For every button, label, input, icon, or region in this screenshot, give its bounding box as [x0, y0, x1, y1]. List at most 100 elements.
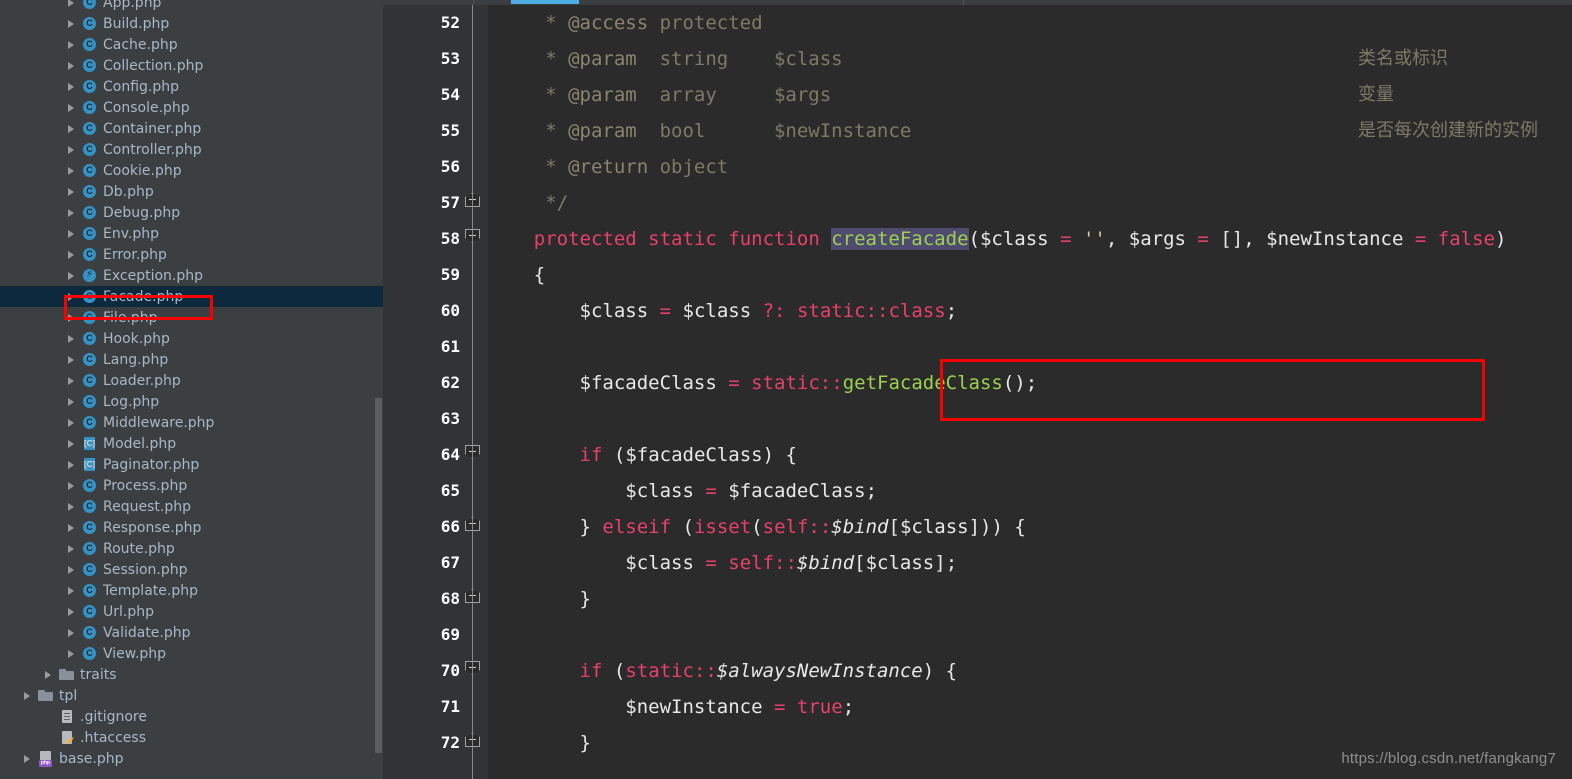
- class-icon: [82, 541, 97, 556]
- expand-arrow-icon[interactable]: [66, 501, 78, 513]
- tree-item-error-php[interactable]: Error.php: [0, 244, 383, 265]
- tree-item-request-php[interactable]: Request.php: [0, 496, 383, 517]
- code-line[interactable]: $class = $facadeClass;: [488, 473, 1572, 509]
- expand-arrow-icon[interactable]: [66, 627, 78, 639]
- expand-arrow-icon[interactable]: [66, 165, 78, 177]
- tree-item-debug-php[interactable]: Debug.php: [0, 202, 383, 223]
- project-tree-panel[interactable]: App.php Build.php Cache.php Collection.php C…: [0, 0, 383, 779]
- expand-arrow-icon[interactable]: [66, 291, 78, 303]
- tree-item-cookie-php[interactable]: Cookie.php: [0, 160, 383, 181]
- code-line[interactable]: * @param bool $newInstance 是否每次创建新的实例: [488, 113, 1572, 149]
- tree-item-template-php[interactable]: Template.php: [0, 580, 383, 601]
- code-line[interactable]: $class = $class ?: static::class;: [488, 293, 1572, 329]
- code-line[interactable]: if (static::$alwaysNewInstance) {: [488, 653, 1572, 689]
- gutter-divider: [472, 5, 473, 779]
- code-line[interactable]: if ($facadeClass) {: [488, 437, 1572, 473]
- expand-arrow-icon[interactable]: [66, 39, 78, 51]
- tree-item-console-php[interactable]: Console.php: [0, 97, 383, 118]
- code-line[interactable]: protected static function createFacade($…: [488, 221, 1572, 257]
- tree-item-config-php[interactable]: Config.php: [0, 76, 383, 97]
- code-line[interactable]: * @param string $class 类名或标识: [488, 41, 1572, 77]
- project-tree[interactable]: App.php Build.php Cache.php Collection.php C…: [0, 0, 383, 769]
- expand-arrow-icon[interactable]: [66, 186, 78, 198]
- code-line[interactable]: $newInstance = true;: [488, 689, 1572, 725]
- tree-item-log-php[interactable]: Log.php: [0, 391, 383, 412]
- expand-arrow-icon[interactable]: [66, 480, 78, 492]
- expand-arrow-icon[interactable]: [22, 690, 34, 702]
- tree-item-paginator-php[interactable]: Paginator.php: [0, 454, 383, 475]
- sidebar-scrollbar-track[interactable]: [374, 0, 383, 779]
- tree-item-model-php[interactable]: Model.php: [0, 433, 383, 454]
- expand-arrow-icon[interactable]: [66, 438, 78, 450]
- expand-arrow-icon[interactable]: [66, 102, 78, 114]
- tree-item-base-php[interactable]: base.php: [0, 748, 383, 769]
- tree-item-gitignore[interactable]: .gitignore: [0, 706, 383, 727]
- code-line[interactable]: } elseif (isset(self::$bind[$class])) {: [488, 509, 1572, 545]
- tree-item-tpl[interactable]: tpl: [0, 685, 383, 706]
- expand-arrow-icon[interactable]: [66, 249, 78, 261]
- expand-arrow-icon[interactable]: [66, 270, 78, 282]
- tree-item-exception-php[interactable]: Exception.php: [0, 265, 383, 286]
- expand-arrow-icon[interactable]: [66, 606, 78, 618]
- expand-arrow-icon[interactable]: [66, 375, 78, 387]
- tree-item-facade-php[interactable]: Facade.php: [0, 286, 383, 307]
- expand-arrow-icon[interactable]: [66, 207, 78, 219]
- tree-item-middleware-php[interactable]: Middleware.php: [0, 412, 383, 433]
- code-line[interactable]: * @access protected: [488, 5, 1572, 41]
- expand-arrow-icon[interactable]: [66, 0, 78, 9]
- expand-arrow-icon[interactable]: [66, 312, 78, 324]
- tree-item-file-php[interactable]: File.php: [0, 307, 383, 328]
- tree-item-route-php[interactable]: Route.php: [0, 538, 383, 559]
- tree-item-container-php[interactable]: Container.php: [0, 118, 383, 139]
- expand-arrow-icon[interactable]: [66, 144, 78, 156]
- expand-arrow-icon[interactable]: [22, 753, 34, 765]
- expand-arrow-icon[interactable]: [66, 648, 78, 660]
- expand-arrow-icon[interactable]: [66, 543, 78, 555]
- code-content[interactable]: * @access protected * @param string $cla…: [488, 5, 1572, 779]
- tree-item-env-php[interactable]: Env.php: [0, 223, 383, 244]
- tree-item-lang-php[interactable]: Lang.php: [0, 349, 383, 370]
- code-line[interactable]: * @return object: [488, 149, 1572, 185]
- sidebar-scrollbar-thumb[interactable]: [375, 398, 382, 753]
- expand-arrow-icon[interactable]: [66, 81, 78, 93]
- expand-arrow-icon[interactable]: [66, 564, 78, 576]
- expand-arrow-icon[interactable]: [66, 18, 78, 30]
- code-line[interactable]: [488, 401, 1572, 437]
- expand-arrow-icon[interactable]: [66, 459, 78, 471]
- expand-arrow-icon[interactable]: [66, 417, 78, 429]
- tree-item-traits[interactable]: traits: [0, 664, 383, 685]
- tree-item-htaccess[interactable]: .htaccess: [0, 727, 383, 748]
- expand-arrow-icon[interactable]: [66, 228, 78, 240]
- expand-arrow-icon[interactable]: [66, 354, 78, 366]
- expand-arrow-icon[interactable]: [43, 669, 55, 681]
- tree-item-build-php[interactable]: Build.php: [0, 13, 383, 34]
- expand-arrow-icon[interactable]: [66, 333, 78, 345]
- code-line[interactable]: $facadeClass = static::getFacadeClass();: [488, 365, 1572, 401]
- tree-item-db-php[interactable]: Db.php: [0, 181, 383, 202]
- code-line[interactable]: {: [488, 257, 1572, 293]
- tree-item-app-php[interactable]: App.php: [0, 0, 383, 13]
- expand-arrow-icon[interactable]: [66, 396, 78, 408]
- tree-item-controller-php[interactable]: Controller.php: [0, 139, 383, 160]
- code-line[interactable]: */: [488, 185, 1572, 221]
- tree-item-hook-php[interactable]: Hook.php: [0, 328, 383, 349]
- tree-item-collection-php[interactable]: Collection.php: [0, 55, 383, 76]
- tree-item-validate-php[interactable]: Validate.php: [0, 622, 383, 643]
- tree-item-url-php[interactable]: Url.php: [0, 601, 383, 622]
- expand-arrow-icon[interactable]: [66, 60, 78, 72]
- expand-arrow-icon[interactable]: [66, 123, 78, 135]
- tree-item-session-php[interactable]: Session.php: [0, 559, 383, 580]
- code-line[interactable]: [488, 329, 1572, 365]
- code-line[interactable]: }: [488, 581, 1572, 617]
- expand-arrow-icon[interactable]: [66, 522, 78, 534]
- code-line[interactable]: $class = self::$bind[$class];: [488, 545, 1572, 581]
- tree-item-loader-php[interactable]: Loader.php: [0, 370, 383, 391]
- code-line[interactable]: * @param array $args 变量: [488, 77, 1572, 113]
- code-editor[interactable]: 52 53 54 55 56 57 58 59 60 61 62 63 64 65 66 67 68 69 70 71…: [383, 0, 1572, 779]
- expand-arrow-icon[interactable]: [66, 585, 78, 597]
- code-line[interactable]: [488, 617, 1572, 653]
- tree-item-view-php[interactable]: View.php: [0, 643, 383, 664]
- tree-item-response-php[interactable]: Response.php: [0, 517, 383, 538]
- tree-item-process-php[interactable]: Process.php: [0, 475, 383, 496]
- tree-item-cache-php[interactable]: Cache.php: [0, 34, 383, 55]
